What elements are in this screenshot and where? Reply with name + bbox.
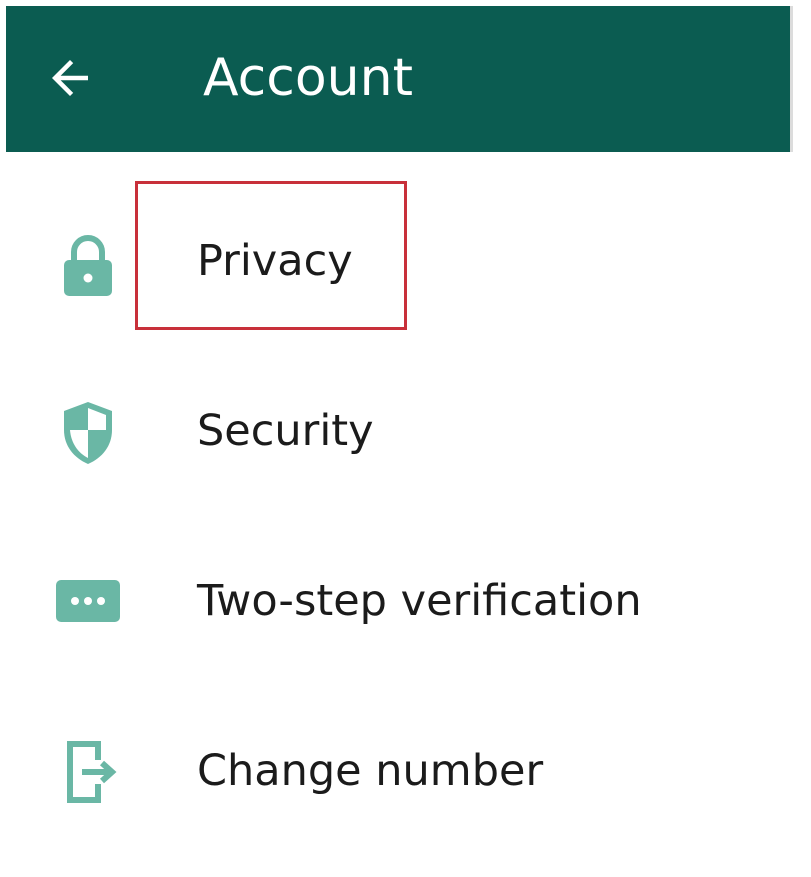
dots-password-icon [52,566,124,638]
app-bar: Account [6,6,790,152]
shield-icon [52,396,124,468]
menu-item-two-step-verification[interactable]: Two-step verification [0,526,811,676]
menu-item-label: Two-step verification [197,576,642,626]
change-number-icon [52,736,124,808]
app-bar-edge [790,6,793,152]
menu-item-change-number[interactable]: Change number [0,696,811,846]
menu-item-privacy[interactable]: Privacy [0,186,811,336]
menu-item-label: Change number [197,746,544,796]
menu-item-label: Privacy [197,236,353,286]
menu-item-label: Security [197,406,374,456]
lock-icon [52,228,124,300]
menu-item-security[interactable]: Security [0,356,811,506]
arrow-left-icon [52,60,88,96]
page-title: Account [203,48,413,108]
back-button[interactable] [36,44,104,112]
